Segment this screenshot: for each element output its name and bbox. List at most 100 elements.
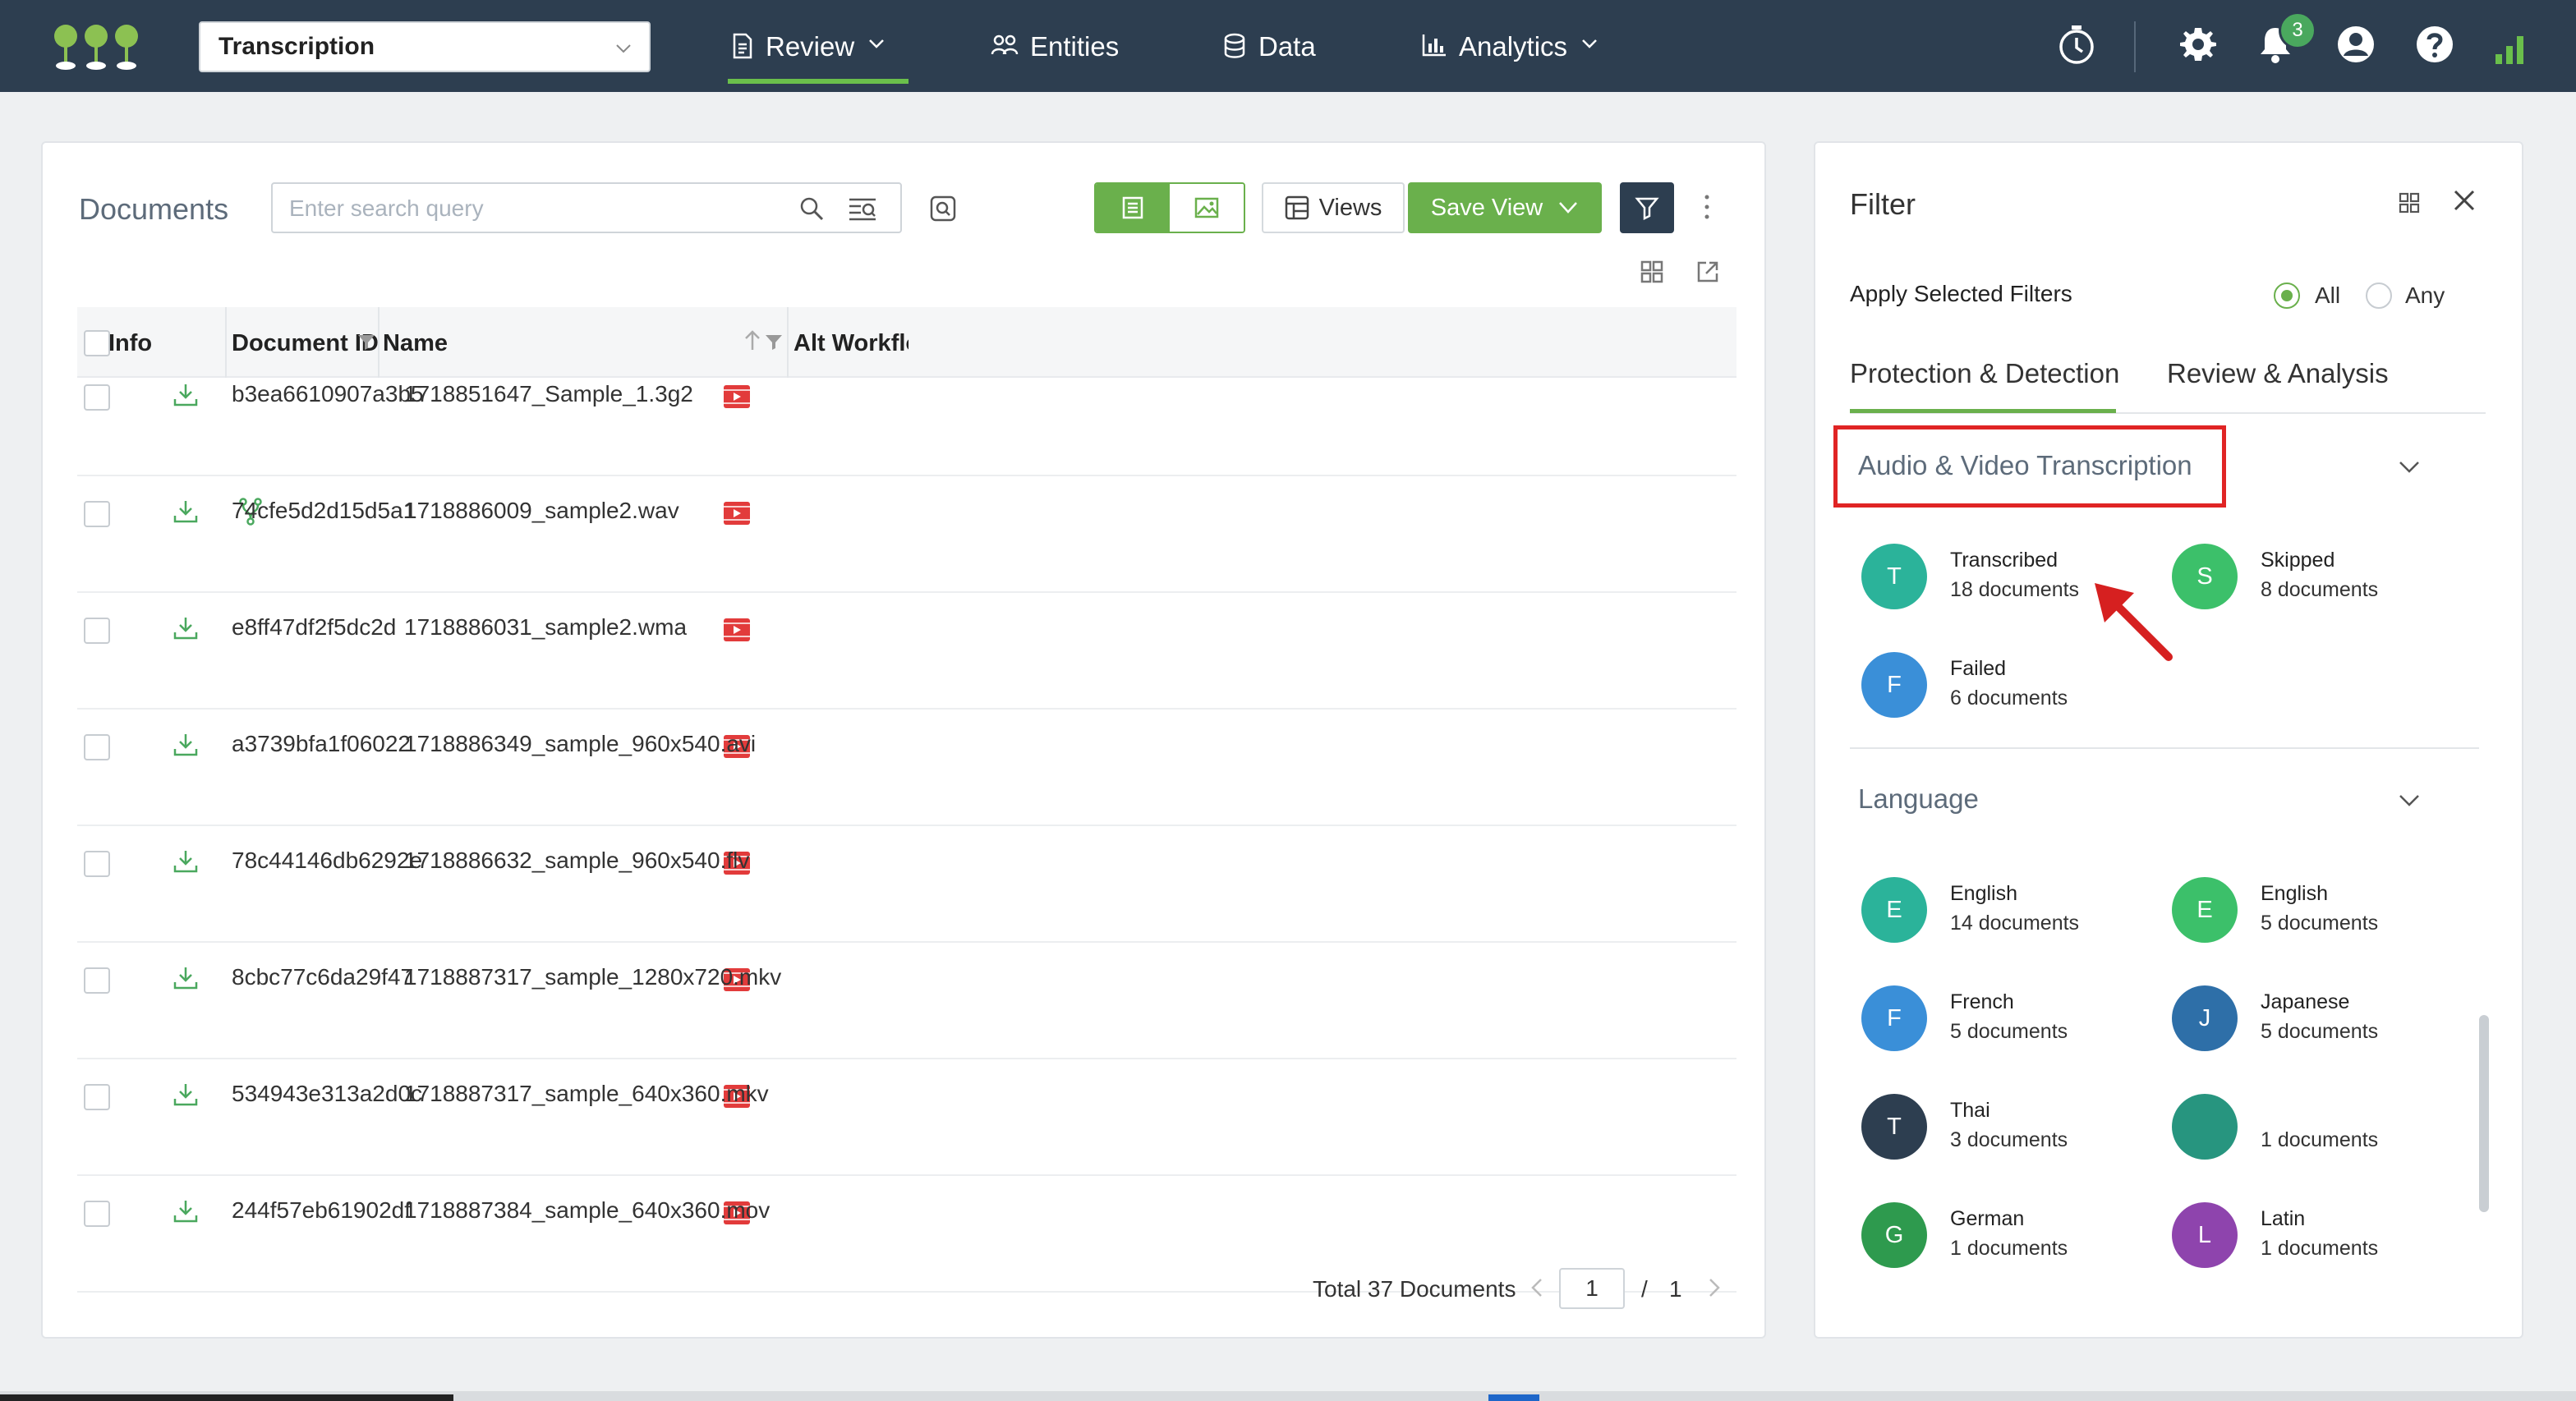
document-id-cell: 534943e313a2d0c [232, 1081, 423, 1106]
gallery-view-button[interactable] [1170, 184, 1244, 232]
grid-icon[interactable] [2399, 192, 2420, 214]
document-name-link[interactable]: 1718886632_sample_960x540.flv [404, 847, 749, 874]
search-input[interactable] [289, 192, 766, 225]
more-options-icon[interactable] [1702, 192, 1712, 222]
nav-review[interactable]: Review [728, 21, 908, 84]
advanced-search-icon[interactable] [930, 195, 956, 222]
views-button[interactable]: Views [1262, 182, 1405, 233]
nav-data[interactable]: Data [1222, 21, 1316, 84]
select-all-checkbox[interactable] [84, 330, 110, 356]
download-icon[interactable] [172, 966, 199, 990]
document-id-cell: a3739bfa1f06022 [232, 731, 411, 756]
column-header-name[interactable]: Name [383, 330, 448, 357]
sort-arrow-up-icon[interactable] [743, 328, 762, 351]
table-row[interactable]: a3739bfa1f06022 1718886349_sample_960x54… [77, 710, 1736, 826]
list-view-icon [1122, 196, 1143, 219]
section-language-title[interactable]: Language [1858, 783, 1979, 815]
row-checkbox[interactable] [84, 851, 110, 877]
download-icon[interactable] [172, 849, 199, 874]
page-number-input[interactable] [1559, 1268, 1625, 1309]
app-logo[interactable] [53, 21, 140, 72]
download-icon[interactable] [172, 733, 199, 757]
table-row[interactable]: 8cbc77c6da29f47 1718887317_sample_1280x7… [77, 943, 1736, 1059]
notification-badge: 3 [2279, 11, 2316, 49]
gear-icon[interactable] [2178, 25, 2218, 64]
table-row[interactable]: 74cfe5d2d15d5a1 1718886009_sample2.wav [77, 476, 1736, 593]
filter-option[interactable]: J Japanese 5 documents [2172, 985, 2443, 1054]
filter-option-count: 5 documents [1950, 1020, 2068, 1043]
filter-option[interactable]: G German 1 documents [1861, 1202, 2132, 1271]
filter-option[interactable]: 1 documents [2172, 1094, 2443, 1163]
search-options-icon[interactable] [848, 195, 877, 222]
row-checkbox[interactable] [84, 1084, 110, 1110]
filter-option-avatar: T [1861, 544, 1927, 609]
row-checkbox[interactable] [84, 734, 110, 760]
document-name-link[interactable]: 1718887317_sample_640x360.mkv [404, 1081, 769, 1107]
nav-entities[interactable]: Entities [991, 21, 1119, 84]
tab-protection-detection[interactable]: Protection & Detection [1850, 358, 2119, 389]
document-name-link[interactable]: 1718887384_sample_640x360.mov [404, 1197, 770, 1224]
section-audio-video-transcription-title[interactable]: Audio & Video Transcription [1858, 450, 2192, 481]
download-icon[interactable] [172, 383, 199, 407]
table-row[interactable]: 534943e313a2d0c 1718887317_sample_640x36… [77, 1059, 1736, 1176]
filter-option[interactable]: L Latin 1 documents [2172, 1202, 2443, 1271]
bar-chart-icon [1421, 33, 1447, 57]
row-checkbox[interactable] [84, 967, 110, 994]
tab-review-analysis[interactable]: Review & Analysis [2167, 358, 2389, 389]
column-header-alt-workflow[interactable]: Alt Workflow Reviewe [794, 330, 908, 357]
column-filter-icon[interactable] [356, 332, 376, 351]
document-name-link[interactable]: 1718887317_sample_1280x720.mkv [404, 964, 781, 990]
filter-option[interactable]: S Skipped 8 documents [2172, 544, 2443, 613]
chevron-down-icon[interactable] [2397, 792, 2422, 810]
filter-option[interactable]: E English 5 documents [2172, 877, 2443, 946]
filter-option-count: 1 documents [2261, 1128, 2379, 1151]
row-checkbox[interactable] [84, 384, 110, 411]
filter-option-label: Japanese [2261, 990, 2350, 1013]
filter-option[interactable]: T Thai 3 documents [1861, 1094, 2132, 1163]
column-header-info[interactable]: Info [108, 330, 152, 357]
external-link-icon[interactable] [1695, 260, 1720, 284]
table-row[interactable]: 244f57eb61902df 1718887384_sample_640x36… [77, 1176, 1736, 1293]
project-selector[interactable]: Transcription [199, 21, 651, 72]
search-box[interactable] [271, 182, 902, 233]
download-icon[interactable] [172, 616, 199, 641]
radio-all-label[interactable]: All [2315, 282, 2340, 309]
document-name-link[interactable]: 1718886009_sample2.wav [404, 498, 679, 524]
video-file-icon [723, 618, 751, 642]
save-view-button[interactable]: Save View [1408, 182, 1602, 233]
nav-analytics[interactable]: Analytics [1421, 21, 1600, 84]
filter-option-avatar: F [1861, 985, 1927, 1051]
timer-icon[interactable] [2057, 25, 2096, 66]
next-page-icon[interactable] [1707, 1278, 1722, 1298]
row-checkbox[interactable] [84, 501, 110, 527]
scrollbar-thumb[interactable] [2479, 1015, 2489, 1212]
table-row[interactable]: b3ea6610907a3b5 1718851647_Sample_1.3g2 [77, 360, 1736, 476]
filter-option[interactable]: E English 14 documents [1861, 877, 2132, 946]
close-icon[interactable] [2451, 187, 2477, 214]
row-checkbox[interactable] [84, 618, 110, 644]
document-name-link[interactable]: 1718851647_Sample_1.3g2 [404, 381, 693, 407]
filter-option[interactable]: F French 5 documents [1861, 985, 2132, 1054]
table-row[interactable]: e8ff47df2f5dc2d 1718886031_sample2.wma [77, 593, 1736, 710]
previous-page-icon[interactable] [1530, 1278, 1544, 1298]
column-filter-icon[interactable] [764, 332, 784, 351]
help-icon[interactable] [2415, 25, 2454, 64]
row-checkbox[interactable] [84, 1201, 110, 1227]
table-row[interactable]: 78c44146db6292e 1718886632_sample_960x54… [77, 826, 1736, 943]
document-name-link[interactable]: 1718886031_sample2.wma [404, 614, 687, 641]
chevron-down-icon[interactable] [2397, 458, 2422, 476]
download-icon[interactable] [172, 499, 199, 524]
radio-any[interactable] [2366, 282, 2392, 309]
download-icon[interactable] [172, 1199, 199, 1224]
list-view-button[interactable] [1096, 184, 1170, 232]
save-view-label: Save View [1430, 194, 1543, 221]
filter-option-count: 1 documents [1950, 1237, 2068, 1260]
grid-icon[interactable] [1640, 260, 1664, 284]
filter-toggle-button[interactable] [1620, 182, 1674, 233]
download-icon[interactable] [172, 1082, 199, 1107]
radio-any-label[interactable]: Any [2405, 282, 2445, 309]
radio-all[interactable] [2274, 282, 2300, 309]
document-name-link[interactable]: 1718886349_sample_960x540.avi [404, 731, 756, 757]
user-icon[interactable] [2336, 25, 2376, 64]
search-icon[interactable] [798, 195, 825, 222]
